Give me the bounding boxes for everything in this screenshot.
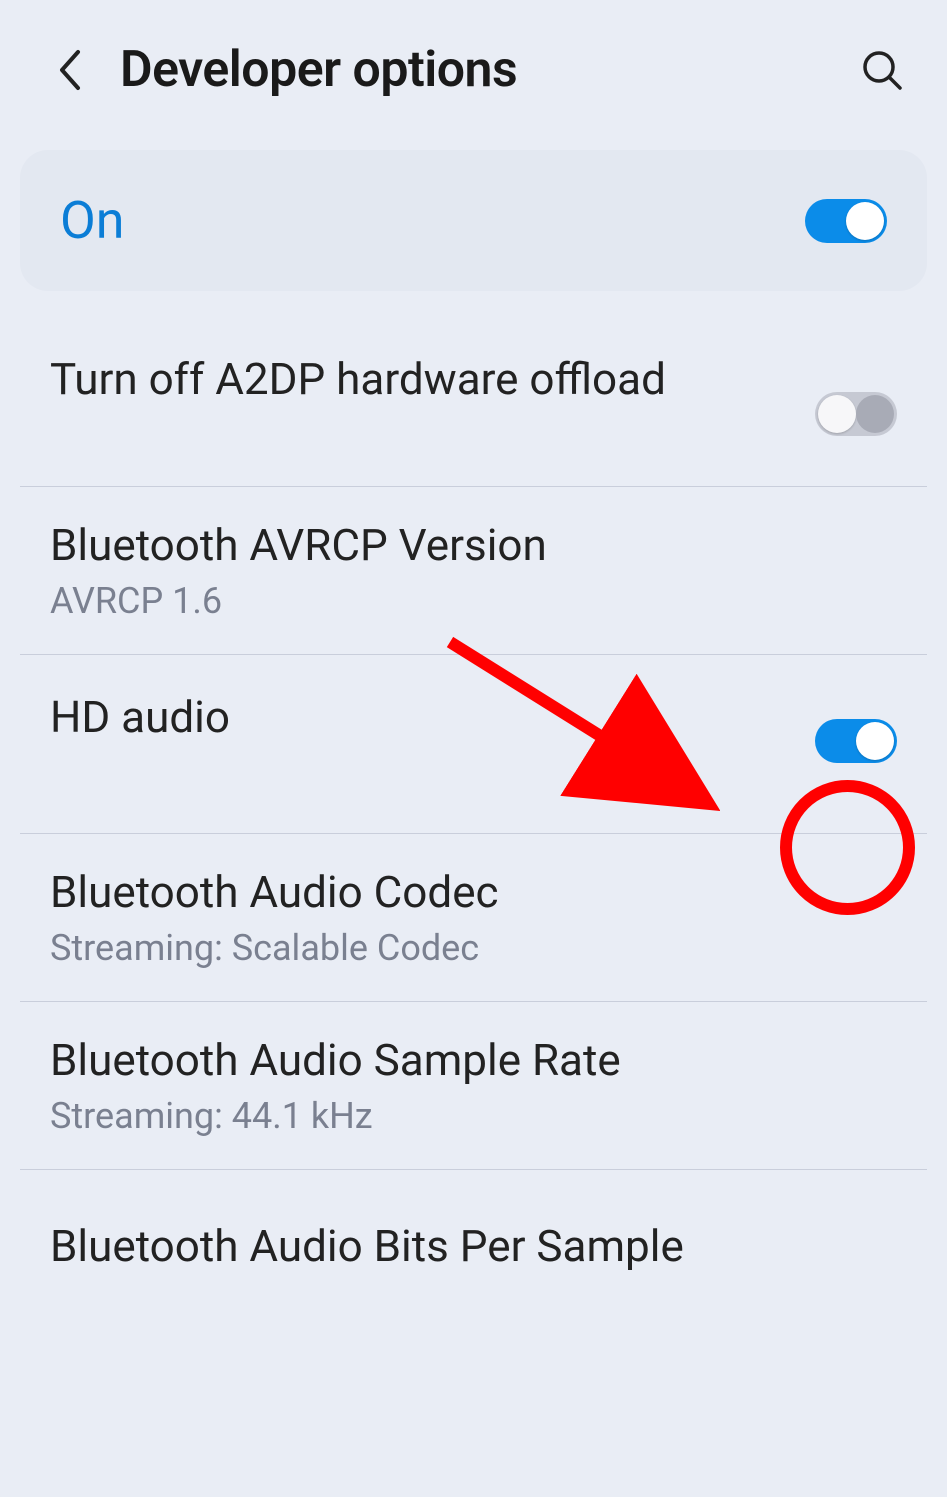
app-header: Developer options: [0, 0, 947, 140]
chevron-left-icon: [56, 48, 84, 92]
back-button[interactable]: [50, 50, 90, 90]
master-toggle-label: On: [60, 190, 125, 251]
setting-title: HD audio: [50, 691, 815, 744]
master-toggle-switch[interactable]: [805, 199, 887, 243]
setting-subtitle: Streaming: 44.1 kHz: [50, 1095, 897, 1137]
page-title: Developer options: [120, 41, 857, 99]
setting-title: Bluetooth AVRCP Version: [50, 519, 897, 572]
setting-title: Bluetooth Audio Bits Per Sample: [50, 1220, 897, 1273]
a2dp-toggle-switch[interactable]: [815, 392, 897, 436]
setting-subtitle: Streaming: Scalable Codec: [50, 927, 897, 969]
master-toggle-card[interactable]: On: [20, 150, 927, 291]
hd-audio-toggle-switch[interactable]: [815, 719, 897, 763]
search-button[interactable]: [857, 45, 907, 95]
setting-bits-per-sample[interactable]: Bluetooth Audio Bits Per Sample: [20, 1170, 927, 1290]
setting-title: Bluetooth Audio Codec: [50, 866, 897, 919]
setting-title: Turn off A2DP hardware offload: [50, 353, 815, 406]
setting-hd-audio[interactable]: HD audio: [20, 655, 927, 835]
setting-subtitle: AVRCP 1.6: [50, 580, 897, 622]
setting-avrcp-version[interactable]: Bluetooth AVRCP Version AVRCP 1.6: [20, 487, 927, 655]
setting-sample-rate[interactable]: Bluetooth Audio Sample Rate Streaming: 4…: [20, 1002, 927, 1170]
setting-audio-codec[interactable]: Bluetooth Audio Codec Streaming: Scalabl…: [20, 834, 927, 1002]
setting-title: Bluetooth Audio Sample Rate: [50, 1034, 897, 1087]
settings-list: Turn off A2DP hardware offload Bluetooth…: [20, 321, 927, 1290]
setting-a2dp-offload[interactable]: Turn off A2DP hardware offload: [20, 321, 927, 487]
search-icon: [860, 48, 904, 92]
